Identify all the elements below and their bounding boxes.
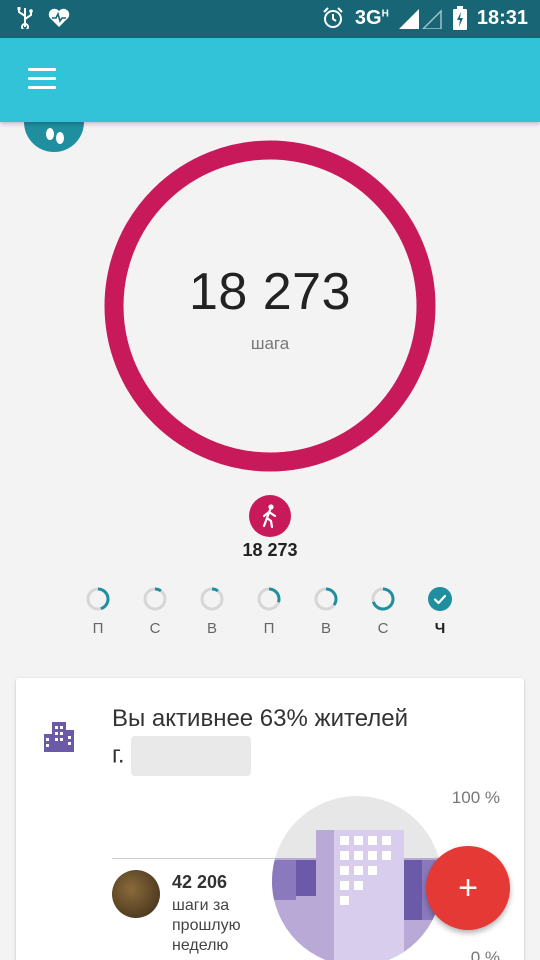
clock: 18:31: [476, 6, 528, 29]
avatar: [112, 870, 160, 918]
blurred-city-name: [130, 736, 251, 776]
day-label: П: [263, 620, 275, 637]
day-progress-ring: [200, 587, 224, 611]
day-progress-ring: [371, 587, 395, 611]
signal-icon: [398, 9, 442, 29]
user-steps-caption: шаги за прошлую неделю: [172, 897, 241, 954]
day-label: С: [149, 620, 161, 637]
hamburger-menu-icon[interactable]: [28, 68, 56, 90]
day-progress-ring: [314, 587, 338, 611]
card-title-line2: г.: [112, 741, 125, 769]
usb-icon: [17, 7, 33, 29]
steps-count: 18 273: [188, 263, 352, 321]
week-progress: П С В П В С Ч: [78, 586, 462, 646]
card-title: Вы активнее 63% жителей г.: [112, 702, 492, 776]
day-done-check-icon: [428, 587, 452, 611]
day-progress-1[interactable]: С: [135, 586, 175, 637]
day-label: В: [320, 620, 331, 637]
walking-person-icon: [262, 504, 277, 529]
day-progress-0[interactable]: П: [78, 586, 118, 637]
alarm-icon: [323, 7, 343, 28]
day-progress-ring: [143, 587, 167, 611]
percent-top-label: 100 %: [451, 788, 500, 807]
network-type: 3GH: [354, 6, 389, 29]
add-button[interactable]: +: [426, 846, 510, 930]
day-label: В: [206, 620, 217, 637]
city-building-icon: [44, 722, 74, 752]
day-progress-ring: [257, 587, 281, 611]
day-progress-4[interactable]: В: [306, 586, 346, 637]
steps-label: шага: [250, 334, 290, 353]
user-steps: 42 206: [172, 872, 228, 892]
city-illustration: [272, 796, 442, 960]
footprints-icon: [46, 128, 64, 144]
day-progress-3[interactable]: П: [249, 586, 289, 637]
city-illustration-svg: [272, 830, 442, 960]
day-label: С: [377, 620, 389, 637]
heart-icon: [48, 8, 70, 27]
day-label: Ч: [434, 620, 446, 637]
battery-icon: [452, 6, 467, 30]
day-label: П: [92, 620, 104, 637]
app-bar: [0, 38, 540, 122]
day-progress-ring: [86, 587, 110, 611]
status-right: 3GH 18:31: [321, 6, 528, 30]
walking-steps-count: 18 273: [242, 540, 298, 560]
percent-bottom-label: 0 %: [470, 948, 500, 960]
day-progress-6[interactable]: Ч: [420, 586, 460, 637]
plus-icon: +: [458, 869, 478, 907]
status-bar: 3GH 18:31: [0, 0, 540, 38]
day-progress-2[interactable]: В: [192, 586, 232, 637]
card-title-line1: Вы активнее 63% жителей: [112, 705, 409, 732]
day-progress-5[interactable]: С: [363, 586, 403, 637]
walking-badge[interactable]: [249, 495, 291, 537]
status-left: [16, 7, 70, 29]
